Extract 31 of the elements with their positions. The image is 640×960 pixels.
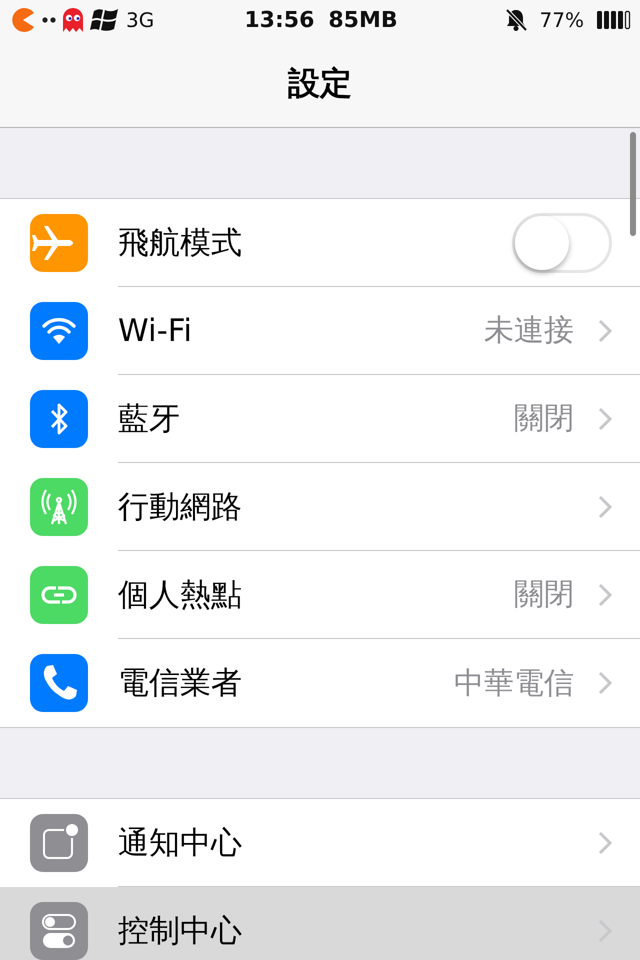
chevron-icon [598,406,612,430]
row-value: 關閉 [514,576,574,614]
row-value: 中華電信 [454,664,574,702]
dots-icon [42,17,56,23]
pacman-icon [10,7,36,33]
row-label: 電信業者 [118,664,243,703]
screen-title: 設定 [288,62,352,104]
row-label: 控制中心 [118,912,243,951]
row-value: 未連接 [484,312,574,350]
chevron-icon [598,318,612,342]
muted-bell-icon [504,8,528,32]
memory-usage: 85MB [328,8,398,32]
row-label: 個人熱點 [118,576,243,614]
toggle-switch[interactable] [512,212,612,272]
settings-row[interactable]: 控制中心 [0,887,640,960]
row-label: 通知中心 [118,824,243,862]
clock-time: 13:56 [244,8,314,32]
row-value: 關閉 [514,400,574,438]
network-type: 3G [126,8,154,32]
chevron-icon [598,671,612,695]
row-label: 飛航模式 [118,224,243,262]
row-label: Wi-Fi [118,312,193,348]
row-label: 行動網路 [118,488,243,526]
chevron-icon [598,582,612,606]
battery-icon [596,9,632,31]
ghost-icon [62,8,84,32]
row-label: 藍牙 [118,400,181,438]
chevron-icon [598,830,612,854]
battery-percent: 77% [540,8,584,32]
chevron-icon [598,494,612,518]
flag-icon [90,7,120,33]
